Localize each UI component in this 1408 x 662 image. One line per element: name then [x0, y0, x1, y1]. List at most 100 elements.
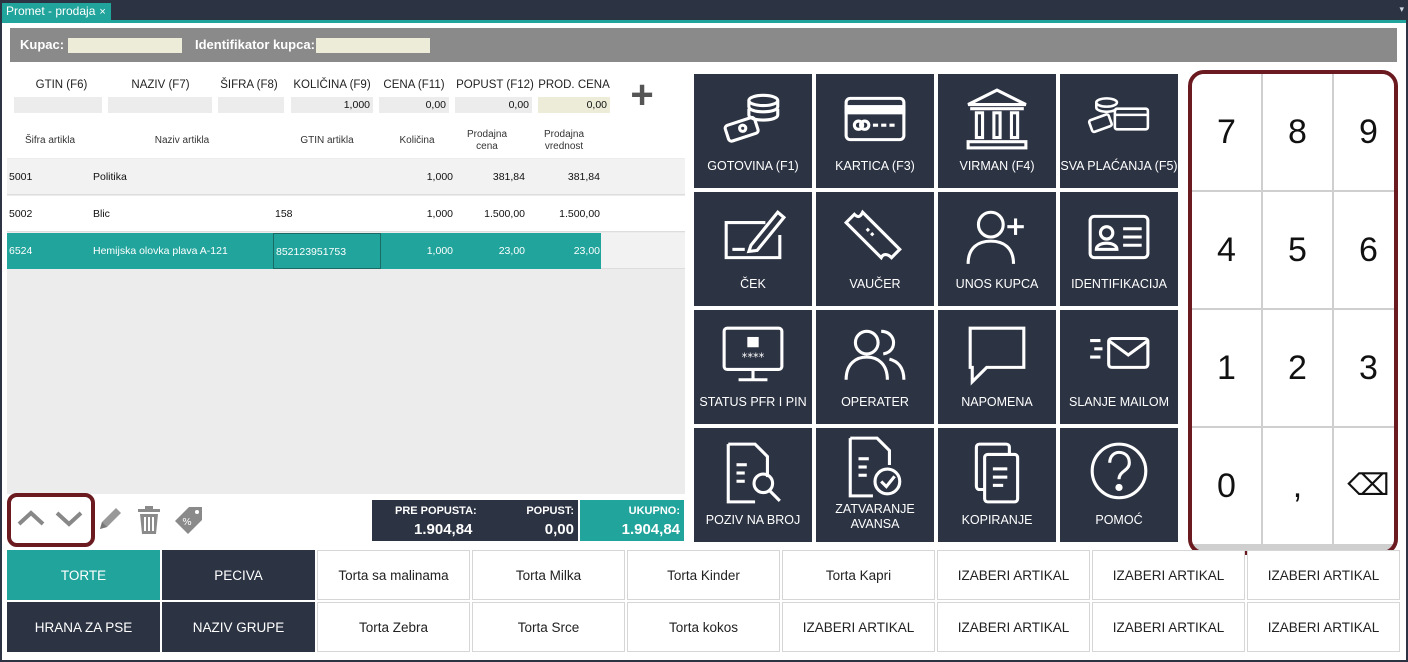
- cek-button[interactable]: ČEK: [694, 192, 812, 306]
- monitor-lock-icon: ****: [722, 326, 784, 382]
- kolicina-header: KOLIČINA (F9): [293, 79, 371, 91]
- unos-kupca-button[interactable]: UNOS KUPCA: [938, 192, 1056, 306]
- action-label: STATUS PFR I PIN: [699, 395, 807, 409]
- key-2[interactable]: 2: [1263, 310, 1332, 426]
- svg-text:****: ****: [742, 350, 765, 364]
- group-button-izaberi-artikal[interactable]: IZABERI ARTIKAL: [1247, 550, 1400, 600]
- tab-close-icon[interactable]: ×: [99, 6, 105, 18]
- cell-kolicina: 1,000: [426, 171, 453, 183]
- group-button-torta-kapri[interactable]: Torta Kapri: [782, 550, 935, 600]
- table-row[interactable]: 5001 Politika 1,000 381,84 381,84: [7, 159, 685, 195]
- customer-id-input[interactable]: [316, 38, 430, 53]
- add-article-icon[interactable]: +: [627, 75, 657, 115]
- key-6[interactable]: 6: [1334, 192, 1394, 308]
- table-row[interactable]: 5002 Blic 158 1,000 1.500,00 1.500,00: [7, 196, 685, 232]
- kopiranje-button[interactable]: KOPIRANJE: [938, 428, 1056, 542]
- action-label: UNOS KUPCA: [955, 277, 1039, 291]
- group-button-torta-milka[interactable]: Torta Milka: [472, 550, 625, 600]
- identifikacija-button[interactable]: IDENTIFIKACIJA: [1060, 192, 1178, 306]
- naziv-input[interactable]: [108, 97, 212, 113]
- customer-input[interactable]: [68, 38, 182, 53]
- action-label: VIRMAN (F4): [959, 159, 1035, 173]
- naziv-header: NAZIV (F7): [131, 79, 190, 91]
- payment-actions: GOTOVINA (F1) KARTICA (F3) VIRMAN (F4) S…: [694, 74, 1182, 544]
- key-0[interactable]: 0: [1192, 428, 1261, 544]
- key-9[interactable]: 9: [1334, 74, 1394, 190]
- note-icon: [968, 326, 1026, 386]
- action-label: POZIV NA BROJ: [705, 513, 801, 527]
- key-3[interactable]: 3: [1334, 310, 1394, 426]
- group-button-torte[interactable]: TORTE: [7, 550, 160, 600]
- group-button-torta-kokos[interactable]: Torta kokos: [627, 602, 780, 652]
- kolicina-input[interactable]: 1,000: [291, 97, 373, 113]
- group-button-izaberi-artikal[interactable]: IZABERI ARTIKAL: [937, 602, 1090, 652]
- group-button-hrana-za-pse[interactable]: HRANA ZA PSE: [7, 602, 160, 652]
- cell-sifra: 6524: [9, 245, 33, 257]
- cell-cena: 381,84: [492, 171, 525, 183]
- status-pfr-button[interactable]: **** STATUS PFR I PIN: [694, 310, 812, 424]
- cell-kolicina: 1,000: [426, 245, 453, 257]
- sifra-input[interactable]: [218, 97, 284, 113]
- tab-bar: [0, 0, 1408, 20]
- discount-tag-icon[interactable]: %: [173, 504, 205, 536]
- group-button-izaberi-artikal[interactable]: IZABERI ARTIKAL: [782, 602, 935, 652]
- delete-trash-icon[interactable]: [134, 504, 164, 536]
- gotovina-button[interactable]: GOTOVINA (F1): [694, 74, 812, 188]
- cena-input[interactable]: 0,00: [379, 97, 449, 113]
- key-5[interactable]: 5: [1263, 192, 1332, 308]
- napomena-button[interactable]: NAPOMENA: [938, 310, 1056, 424]
- group-button-torta-zebra[interactable]: Torta Zebra: [317, 602, 470, 652]
- edit-pencil-icon[interactable]: [95, 504, 125, 534]
- action-label: ČEK: [740, 277, 766, 291]
- group-button-torta-kinder[interactable]: Torta Kinder: [627, 550, 780, 600]
- cell-cena: 1.500,00: [484, 208, 525, 220]
- tab-title: Promet - prodaja: [6, 4, 96, 18]
- key-7[interactable]: 7: [1192, 74, 1261, 190]
- kartica-button[interactable]: KARTICA (F3): [816, 74, 934, 188]
- doc-search-icon: [726, 442, 781, 504]
- group-button-izaberi-artikal[interactable]: IZABERI ARTIKAL: [1247, 602, 1400, 652]
- key-4[interactable]: 4: [1192, 192, 1261, 308]
- check-icon: [724, 210, 786, 260]
- voucher-icon: [843, 209, 902, 261]
- add-customer-icon: [966, 210, 1024, 264]
- col-naziv: Naziv artikla: [154, 135, 210, 146]
- pomoc-button[interactable]: POMOĆ: [1060, 428, 1178, 542]
- group-button-torta-srce[interactable]: Torta Srce: [472, 602, 625, 652]
- totals-panel: PRE POPUSTA: 1.904,84 POPUST: 0,00 UKUPN…: [372, 500, 684, 541]
- mail-icon: [1090, 336, 1150, 369]
- key-comma[interactable]: ,: [1263, 428, 1332, 544]
- group-button-torta-sa-malinama[interactable]: Torta sa malinama: [317, 550, 470, 600]
- key-8[interactable]: 8: [1263, 74, 1332, 190]
- popust-value: 0,00: [544, 521, 574, 538]
- backspace-icon[interactable]: ⌫: [1334, 428, 1394, 544]
- group-button-izaberi-artikal[interactable]: IZABERI ARTIKAL: [1092, 602, 1245, 652]
- tab-menu-chevron-icon[interactable]: ▾: [1399, 4, 1404, 15]
- table-row-selected[interactable]: 6524 Hemijska olovka plava A-121 8521239…: [7, 233, 685, 269]
- cena-header: CENA (F11): [383, 79, 445, 91]
- vaucer-button[interactable]: VAUČER: [816, 192, 934, 306]
- prod-cena-input[interactable]: 0,00: [538, 97, 610, 113]
- operater-button[interactable]: OPERATER: [816, 310, 934, 424]
- popust-label: POPUST:: [526, 505, 574, 517]
- sva-placanja-button[interactable]: SVA PLAĆANJA (F5): [1060, 74, 1178, 188]
- customer-label: Kupac:: [20, 37, 65, 52]
- cell-naziv: Politika: [93, 171, 127, 183]
- tab-promet-prodaja[interactable]: Promet - prodaja ×: [2, 3, 111, 20]
- virman-button[interactable]: VIRMAN (F4): [938, 74, 1056, 188]
- key-1[interactable]: 1: [1192, 310, 1261, 426]
- pre-popusta-value: 1.904,84: [414, 521, 473, 538]
- group-button-izaberi-artikal[interactable]: IZABERI ARTIKAL: [1092, 550, 1245, 600]
- poziv-na-broj-button[interactable]: POZIV NA BROJ: [694, 428, 812, 542]
- group-button-peciva[interactable]: PECIVA: [162, 550, 315, 600]
- all-payments-icon: [1087, 97, 1150, 134]
- zatvaranje-avansa-button[interactable]: ZATVARANJE AVANSA: [816, 428, 934, 542]
- help-icon: [1090, 442, 1148, 500]
- gtin-input[interactable]: [14, 97, 102, 113]
- popust-input[interactable]: 0,00: [455, 97, 532, 113]
- id-card-icon: [1088, 214, 1150, 260]
- slanje-mailom-button[interactable]: SLANJE MAILOM: [1060, 310, 1178, 424]
- group-button-izaberi-artikal[interactable]: IZABERI ARTIKAL: [937, 550, 1090, 600]
- group-button-naziv-grupe[interactable]: NAZIV GRUPE: [162, 602, 315, 652]
- ukupno-value: 1.904,84: [621, 521, 680, 538]
